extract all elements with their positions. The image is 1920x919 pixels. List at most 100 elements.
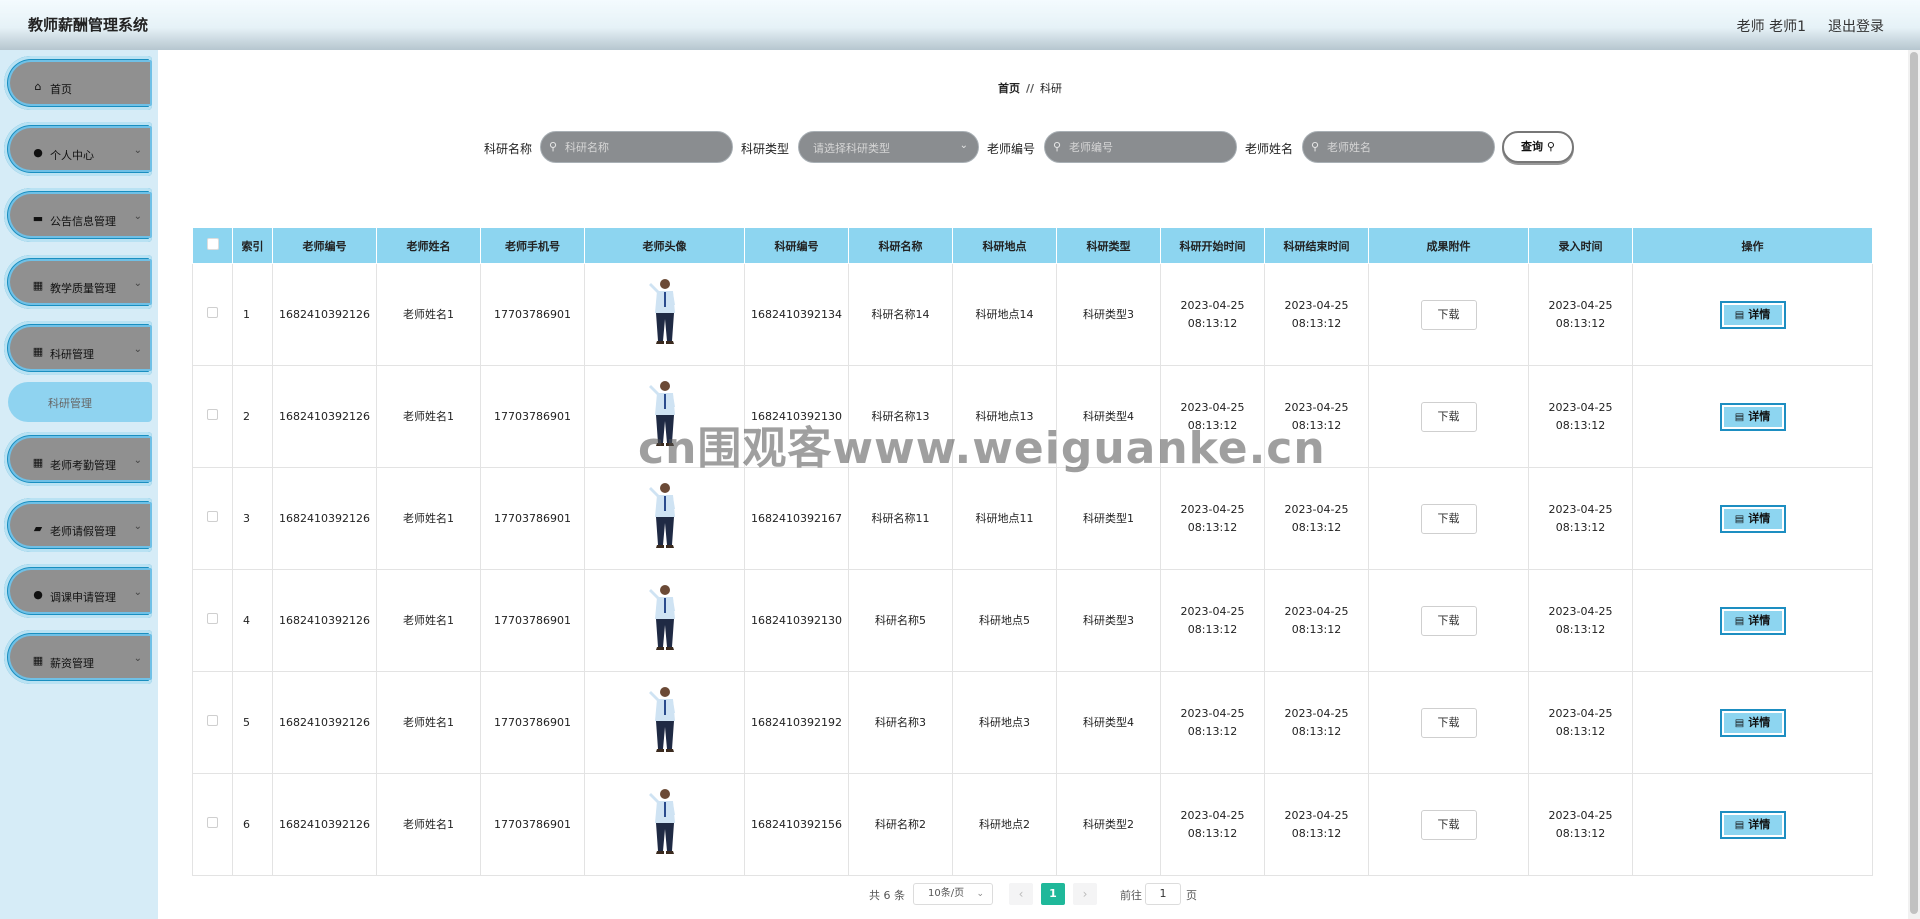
goto-page-input[interactable]: 1 [1145,883,1181,905]
cell-phone: 17703786901 [480,773,585,876]
user-icon: ● [33,146,43,159]
document-icon: ▤ [1734,411,1745,423]
search-icon: ⚲ [1053,140,1062,153]
row-checkbox-cell[interactable] [192,467,233,570]
table-row: 6 1682410392126 老师姓名1 17703786901 1682410392… [192,773,1873,876]
logout-link[interactable]: 退出登录 [1828,16,1884,36]
research-table: 索引 老师编号 老师姓名 老师手机号 老师头像 科研编号 科研名称 科研地点 科… [192,227,1873,876]
cell-created: 2023-04-25 08:13:12 [1528,773,1633,876]
row-checkbox[interactable] [207,408,218,420]
sidebar-subitem-research[interactable]: 科研管理 [8,382,152,422]
sidebar-item[interactable]: ● 调课申请管理 ⌄ [4,564,152,618]
download-button[interactable]: 下载 [1420,299,1477,330]
row-checkbox-cell[interactable] [192,671,233,774]
cell-created: 2023-04-25 08:13:12 [1528,671,1633,774]
column-header: 科研结束时间 [1264,227,1369,264]
column-header: 科研名称 [848,227,953,264]
prev-page-button[interactable]: ‹ [1009,883,1033,905]
teacher-no-field[interactable]: ⚲ [1044,131,1237,163]
cell-research-name: 科研名称11 [848,467,953,570]
download-button[interactable]: 下载 [1420,503,1477,534]
sidebar-item[interactable]: ▦ 教学质量管理 ⌄ [4,255,152,309]
research-name-field[interactable]: ⚲ [540,131,733,163]
sidebar-item[interactable]: ▰ 老师请假管理 ⌄ [4,498,152,552]
sidebar-item[interactable]: ▬ 公告信息管理 ⌄ [4,188,152,242]
detail-button[interactable]: ▤ 详情 [1719,606,1786,635]
row-checkbox-cell[interactable] [192,365,233,468]
cell-teacher-name: 老师姓名1 [376,467,481,570]
sidebar-item-label: 薪资管理 [50,657,94,670]
page-number-current[interactable]: 1 [1041,883,1065,905]
page-size-select[interactable]: 10条/页 ⌄ [913,883,993,905]
avatar [648,788,675,854]
document-icon: ▤ [1734,615,1745,627]
avatar [648,278,675,344]
chevron-down-icon: ⌄ [133,211,142,222]
cell-research-name: 科研名称2 [848,773,953,876]
sidebar-item-label: 老师请假管理 [50,525,116,538]
sidebar-item[interactable]: ▦ 老师考勤管理 ⌄ [4,432,152,486]
sidebar-item[interactable]: ● 个人中心 ⌄ [4,122,152,176]
sidebar-item[interactable]: ▦ 科研管理 ⌄ [4,321,152,375]
cell-created: 2023-04-25 08:13:12 [1528,263,1633,366]
column-header: 老师头像 [584,227,745,264]
row-checkbox-cell[interactable] [192,773,233,876]
download-button[interactable]: 下载 [1420,707,1477,738]
cell-actions: ▤ 详情 [1632,263,1873,366]
column-header: 老师编号 [272,227,377,264]
row-checkbox-cell[interactable] [192,569,233,672]
document-icon: ▤ [1734,513,1745,525]
sidebar-item[interactable]: ⌂ 首页 [4,56,152,110]
select-all-checkbox[interactable] [206,238,219,250]
download-button[interactable]: 下载 [1420,605,1477,636]
cell-research-no: 1682410392192 [744,671,849,774]
sidebar-item-bg: ⌂ 首页 [8,60,152,106]
row-checkbox[interactable] [207,816,218,828]
sidebar-item-bg: ▦ 教学质量管理 ⌄ [8,259,152,305]
query-button[interactable]: 查询 ⚲ [1502,131,1574,163]
detail-button[interactable]: ▤ 详情 [1719,504,1786,533]
search-label-research-name: 科研名称 [484,142,533,156]
row-checkbox-cell[interactable] [192,263,233,366]
detail-button[interactable]: ▤ 详情 [1719,810,1786,839]
teacher-name-field[interactable]: ⚲ [1302,131,1495,163]
cell-type: 科研类型1 [1056,467,1161,570]
cell-actions: ▤ 详情 [1632,467,1873,570]
row-checkbox[interactable] [207,612,218,624]
research-name-input[interactable] [565,138,725,156]
document-icon: ▤ [1734,717,1745,729]
chevron-down-icon: ⌄ [133,344,142,355]
table-row: 1 1682410392126 老师姓名1 17703786901 1682410392… [192,263,1873,366]
chevron-down-icon: ⌄ [133,587,142,598]
detail-button-label: 详情 [1748,817,1771,831]
detail-button-label: 详情 [1748,511,1771,525]
search-icon: ⚲ [1546,140,1555,153]
cell-research-no: 1682410392156 [744,773,849,876]
sidebar-item[interactable]: ▦ 薪资管理 ⌄ [4,630,152,684]
teacher-name-input[interactable] [1327,138,1487,156]
row-checkbox[interactable] [207,510,218,522]
cell-type: 科研类型3 [1056,263,1161,366]
row-checkbox[interactable] [207,714,218,726]
teacher-no-input[interactable] [1069,138,1229,156]
select-all-cell[interactable] [192,227,233,264]
detail-button[interactable]: ▤ 详情 [1719,402,1786,431]
cell-teacher-name: 老师姓名1 [376,773,481,876]
cell-type: 科研类型2 [1056,773,1161,876]
cell-teacher-name: 老师姓名1 [376,569,481,672]
breadcrumb-home[interactable]: 首页 [998,82,1020,95]
download-button[interactable]: 下载 [1420,809,1477,840]
detail-button[interactable]: ▤ 详情 [1719,300,1786,329]
download-button[interactable]: 下载 [1420,401,1477,432]
cell-attachment: 下载 [1368,773,1529,876]
cell-actions: ▤ 详情 [1632,569,1873,672]
cell-avatar [584,263,745,366]
notice-icon: ▬ [32,212,44,225]
scrollbar-thumb[interactable] [1910,52,1918,914]
detail-button[interactable]: ▤ 详情 [1719,708,1786,737]
next-page-button[interactable]: › [1073,883,1097,905]
cell-start: 2023-04-25 08:13:12 [1160,773,1265,876]
cell-teacher-name: 老师姓名1 [376,365,481,468]
research-type-select[interactable]: 请选择科研类型 ⌄ [798,131,979,163]
row-checkbox[interactable] [207,306,218,318]
